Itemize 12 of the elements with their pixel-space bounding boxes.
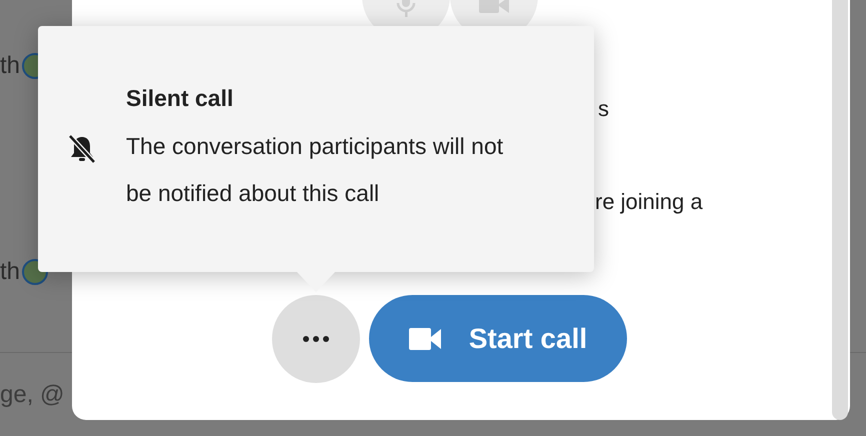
popover-description: The conversation participants will not be notified about this call [126, 132, 504, 208]
message-text: th [0, 51, 20, 81]
message-field[interactable]: ge, @ [0, 376, 72, 412]
message-text: th [0, 257, 20, 287]
dialog-text: s [598, 95, 609, 123]
start-call-button[interactable]: Start call [369, 295, 627, 382]
ellipsis-icon [303, 336, 329, 342]
popover-title: Silent call [126, 84, 234, 113]
video-camera-icon [479, 0, 509, 15]
dialog-text: re joining a [595, 188, 703, 216]
video-camera-icon [408, 328, 441, 350]
bell-off-icon [68, 134, 96, 164]
